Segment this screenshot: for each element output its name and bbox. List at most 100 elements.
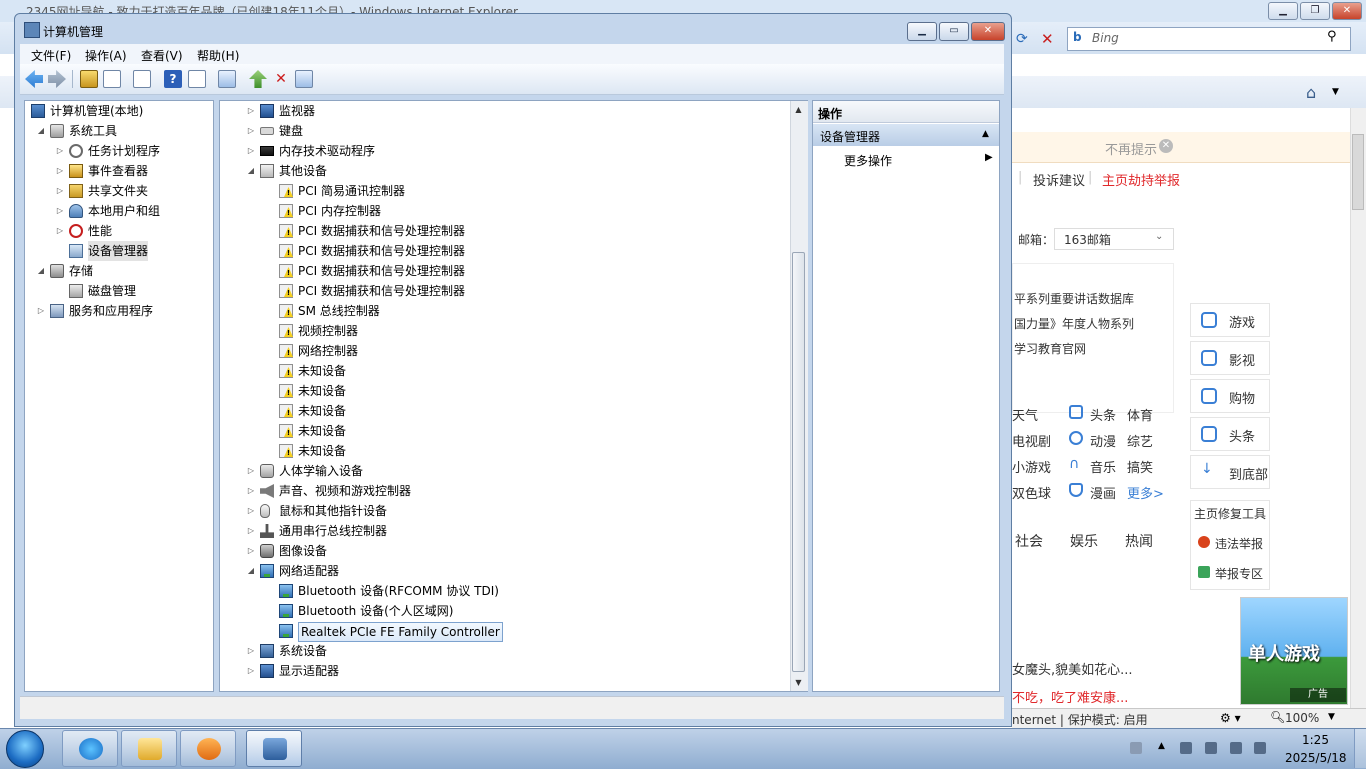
search-icon[interactable]: ⚲ <box>1327 29 1337 44</box>
collapsed-arrow-icon[interactable]: ▷ <box>55 201 65 221</box>
collapsed-arrow-icon[interactable]: ▷ <box>246 661 256 681</box>
story-link[interactable]: 女魔头,貌美如花心... <box>1012 659 1133 678</box>
tree-item[interactable]: PCI 数据捕获和信号处理控制器 <box>220 241 790 261</box>
ie-minimize-button[interactable]: ▁ <box>1268 2 1298 20</box>
tree-item[interactable]: 磁盘管理 <box>25 281 213 301</box>
flag-icon[interactable] <box>1180 742 1192 754</box>
clock-date[interactable]: 2025/5/18 <box>1285 751 1347 765</box>
news-tab[interactable]: 热闻 <box>1125 531 1153 551</box>
minimize-button[interactable]: ▁ <box>907 22 937 41</box>
show-action-pane-icon[interactable] <box>188 70 206 88</box>
collapsed-arrow-icon[interactable]: ▷ <box>55 181 65 201</box>
tree-item[interactable]: ▷ 性能 <box>25 221 213 241</box>
tree-item[interactable]: ▷ 服务和应用程序 <box>25 301 213 321</box>
tree-item[interactable]: ◢ 其他设备 <box>220 161 790 181</box>
news-item[interactable]: 国力量》年度人物系列 <box>1014 315 1134 332</box>
close-icon[interactable]: ✕ <box>1159 139 1173 153</box>
grid-link[interactable]: 天气 <box>1012 405 1038 424</box>
menu-action[interactable]: 操作(A) <box>85 47 127 64</box>
collapsed-arrow-icon[interactable]: ▷ <box>36 301 46 321</box>
tree-item[interactable]: ▷ 显示适配器 <box>220 661 790 681</box>
tree-item[interactable]: PCI 数据捕获和信号处理控制器 <box>220 221 790 241</box>
tree-item[interactable]: ◢ 系统工具 <box>25 121 213 141</box>
menu-view[interactable]: 查看(V) <box>141 47 183 64</box>
expanded-arrow-icon[interactable]: ◢ <box>36 121 46 141</box>
help-icon[interactable]: ? <box>164 70 182 88</box>
chevron-down-icon[interactable]: ▼ <box>1328 712 1335 722</box>
grid-link[interactable]: 音乐 <box>1090 457 1116 476</box>
tree-item[interactable]: Bluetooth 设备(个人区域网) <box>220 601 790 621</box>
collapsed-arrow-icon[interactable]: ▷ <box>246 461 256 481</box>
show-hidden-icons-icon[interactable]: ▲ <box>1158 741 1165 751</box>
tree-item[interactable]: PCI 数据捕获和信号处理控制器 <box>220 261 790 281</box>
collapsed-arrow-icon[interactable]: ▷ <box>55 141 65 161</box>
side-card-video[interactable]: 影视 <box>1190 341 1270 375</box>
story-link[interactable]: 不吃，吃了难安康... <box>1012 687 1128 706</box>
collapsed-arrow-icon[interactable]: ▷ <box>246 641 256 661</box>
chevron-right-icon[interactable]: ▶ <box>985 152 993 163</box>
news-tab[interactable]: 娱乐 <box>1070 531 1098 551</box>
more-actions-item[interactable]: 更多操作 <box>844 152 892 169</box>
show-hide-tree-icon[interactable] <box>103 70 121 88</box>
repair-link[interactable]: 举报专区 <box>1215 565 1263 582</box>
news-item[interactable]: 平系列重要讲话数据库 <box>1014 290 1134 307</box>
tree-item[interactable]: 视频控制器 <box>220 321 790 341</box>
tree-item[interactable]: ▷ 键盘 <box>220 121 790 141</box>
grid-link[interactable]: 综艺 <box>1127 431 1153 450</box>
close-button[interactable]: ✕ <box>971 22 1005 41</box>
grid-link[interactable]: 漫画 <box>1090 483 1116 502</box>
expanded-arrow-icon[interactable]: ◢ <box>246 161 256 181</box>
collapsed-arrow-icon[interactable]: ▷ <box>246 121 256 141</box>
clock-time[interactable]: 1:25 <box>1302 733 1329 747</box>
grid-link[interactable]: 动漫 <box>1090 431 1116 450</box>
tree-item[interactable]: ▷ 鼠标和其他指针设备 <box>220 501 790 521</box>
tree-item[interactable]: ▷ 系统设备 <box>220 641 790 661</box>
menu-help[interactable]: 帮助(H) <box>197 47 239 64</box>
tree-item[interactable]: PCI 数据捕获和信号处理控制器 <box>220 281 790 301</box>
tree-item[interactable]: ▷ 监视器 <box>220 101 790 121</box>
collapse-icon[interactable]: ▲ <box>982 129 989 139</box>
scroll-thumb[interactable] <box>792 252 805 672</box>
grid-link[interactable]: 电视剧 <box>1012 431 1051 450</box>
scroll-down-icon[interactable]: ▼ <box>791 675 806 690</box>
tree-item[interactable]: ▷ 本地用户和组 <box>25 201 213 221</box>
menu-file[interactable]: 文件(F) <box>31 47 71 64</box>
complaint-link[interactable]: 投诉建议 <box>1033 170 1085 189</box>
home-icon[interactable]: ⌂ <box>1306 83 1316 102</box>
collapsed-arrow-icon[interactable]: ▷ <box>246 141 256 161</box>
ie-scroll-thumb[interactable] <box>1352 134 1364 210</box>
refresh-icon[interactable]: ⟳ <box>1016 31 1028 47</box>
scroll-up-icon[interactable]: ▲ <box>791 102 806 117</box>
hijack-report-link[interactable]: 主页劫持举报 <box>1102 170 1180 189</box>
enable-device-icon[interactable] <box>295 70 313 88</box>
tree-item[interactable]: ▷ 通用串行总线控制器 <box>220 521 790 541</box>
expanded-arrow-icon[interactable]: ◢ <box>246 561 256 581</box>
network-icon[interactable] <box>1230 742 1242 754</box>
taskbar-explorer[interactable] <box>121 730 177 767</box>
grid-link[interactable]: 双色球 <box>1012 483 1051 502</box>
news-tab[interactable]: 社会 <box>1015 531 1043 551</box>
grid-link[interactable]: 小游戏 <box>1012 457 1051 476</box>
taskbar-computer-management[interactable] <box>246 730 302 767</box>
tree-item[interactable]: ▷ 图像设备 <box>220 541 790 561</box>
chevron-down-icon[interactable]: ▼ <box>1332 87 1339 97</box>
collapsed-arrow-icon[interactable]: ▷ <box>246 501 256 521</box>
taskbar-ie[interactable] <box>62 730 118 767</box>
maximize-button[interactable]: ▭ <box>939 22 969 41</box>
repair-link[interactable]: 违法举报 <box>1215 535 1263 552</box>
tree-item[interactable]: 设备管理器 <box>25 241 213 261</box>
taskbar-media-player[interactable] <box>180 730 236 767</box>
side-card-bottom[interactable]: ↓ 到底部 <box>1190 455 1270 489</box>
folder-up-icon[interactable] <box>80 70 98 88</box>
collapsed-arrow-icon[interactable]: ▷ <box>55 221 65 241</box>
tree-item[interactable]: ▷ 任务计划程序 <box>25 141 213 161</box>
tree-item[interactable]: Realtek PCIe FE Family Controller <box>220 621 790 642</box>
ie-restore-button[interactable]: ❐ <box>1300 2 1330 20</box>
keyboard-icon[interactable] <box>1130 742 1142 754</box>
tree-item[interactable]: ▷ 声音、视频和游戏控制器 <box>220 481 790 501</box>
collapsed-arrow-icon[interactable]: ▷ <box>246 101 256 121</box>
uninstall-icon[interactable]: ✕ <box>272 70 290 88</box>
side-card-games[interactable]: 游戏 <box>1190 303 1270 337</box>
tree-item[interactable]: PCI 内存控制器 <box>220 201 790 221</box>
notice-dismiss-text[interactable]: 不再提示 <box>1105 139 1157 158</box>
